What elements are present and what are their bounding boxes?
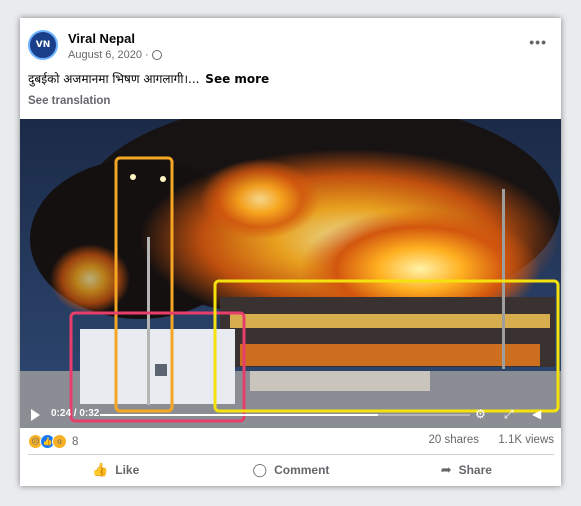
share-icon: ➦ (440, 462, 452, 478)
author-name[interactable]: Viral Nepal (68, 31, 135, 46)
lamp-post-right (502, 189, 505, 369)
video-controls: 0:24 / 0:32 ⚙ ⤢ ◀ (20, 402, 561, 428)
fire-plume-left (50, 244, 130, 314)
lamp-light-2 (160, 176, 166, 182)
video-progress-fill (100, 414, 378, 416)
settings-icon[interactable]: ⚙ (475, 408, 486, 420)
fullscreen-icon[interactable]: ⤢ (504, 408, 514, 420)
share-button[interactable]: ➦ Share (379, 456, 554, 484)
building-fire-band-lower (240, 344, 540, 366)
see-translation-link[interactable]: See translation (28, 95, 110, 107)
comment-icon: ◯ (252, 462, 268, 478)
share-label: Share (458, 463, 492, 477)
see-more-link[interactable]: See more (205, 72, 269, 86)
views-count: 1.1K views (498, 434, 554, 446)
post-card: VN Viral Nepal August 6, 2020 · ••• दुबई… (20, 18, 561, 486)
like-label: Like (115, 463, 140, 477)
post-caption: दुबईको अजमानमा भिषण आगलागी।... See more (28, 70, 269, 87)
avatar-text: VN (35, 40, 51, 50)
debris (250, 371, 430, 391)
divider (28, 454, 554, 455)
reaction-count: 8 (72, 435, 79, 448)
author-avatar[interactable]: VN (28, 30, 58, 60)
lamp-light (130, 174, 136, 180)
play-icon[interactable] (31, 409, 40, 421)
video-player[interactable]: 0:24 / 0:32 ⚙ ⤢ ◀ (20, 119, 561, 428)
volume-icon[interactable]: ◀ (532, 408, 541, 420)
globe-icon (151, 50, 162, 60)
lamp-post (147, 237, 150, 405)
comment-button[interactable]: ◯ Comment (203, 456, 378, 484)
caption-text: दुबईको अजमानमा भिषण आगलागी।... (28, 72, 200, 86)
more-options-icon[interactable]: ••• (529, 34, 547, 50)
video-timecode: 0:24 / 0:32 (51, 408, 100, 419)
reactions[interactable]: ☹ 👍 o 8 (28, 434, 78, 449)
wow-reaction-icon: o (52, 434, 67, 449)
video-progress-bar[interactable] (100, 414, 470, 416)
video-frame (20, 119, 561, 428)
fire-plume (200, 159, 320, 239)
post-meta: August 6, 2020 · (68, 49, 162, 61)
action-bar: 👍 Like ◯ Comment ➦ Share (28, 456, 554, 484)
comment-label: Comment (274, 463, 330, 477)
thumbs-up-icon: 👍 (92, 462, 109, 478)
white-building-window (155, 364, 167, 376)
shares-count[interactable]: 20 shares (428, 434, 479, 446)
post-date[interactable]: August 6, 2020 (68, 49, 142, 61)
date-separator: · (145, 49, 149, 61)
like-button[interactable]: 👍 Like (28, 456, 203, 484)
post-stats: ☹ 👍 o 8 20 shares 1.1K views (28, 434, 554, 450)
